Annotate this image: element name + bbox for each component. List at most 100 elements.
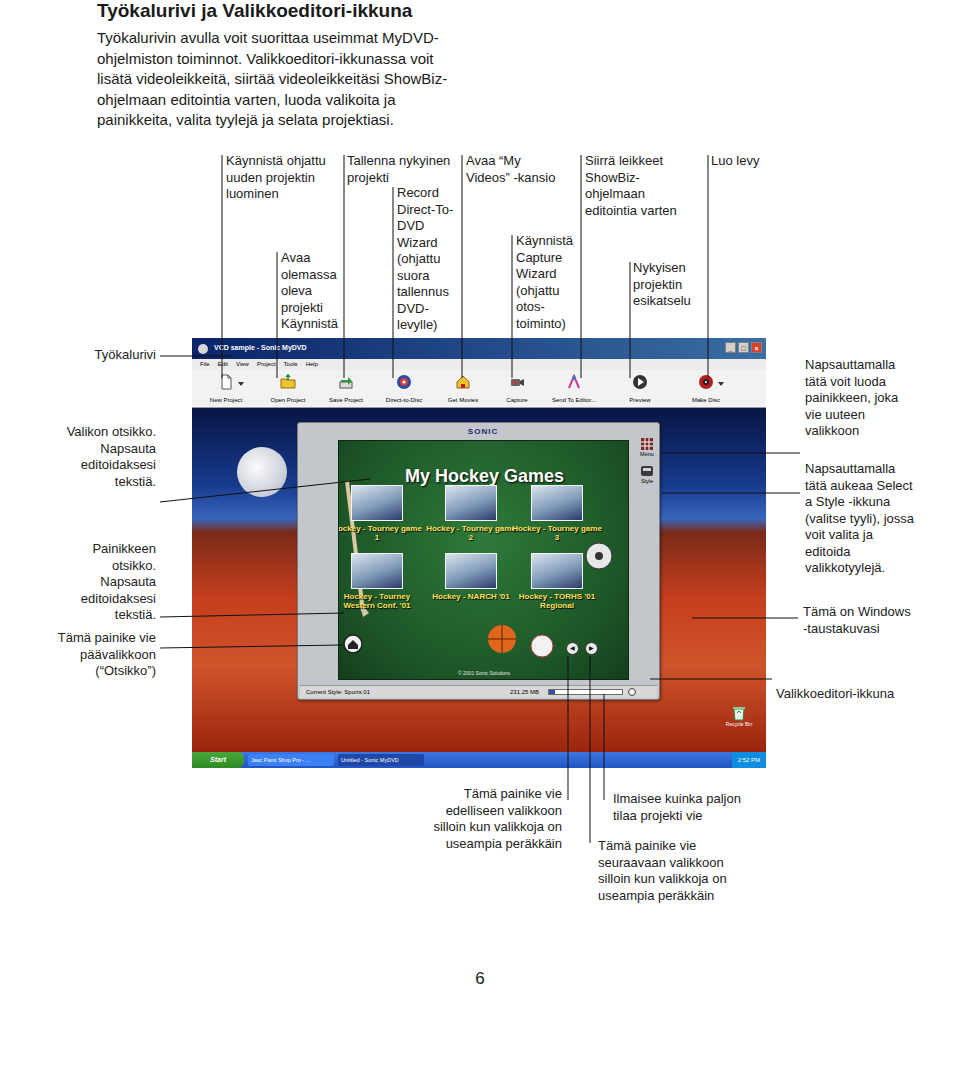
dropdown-arrow-icon[interactable] <box>718 382 724 386</box>
callout-label: Luo levy <box>711 153 771 170</box>
page-title: Työkalurivi ja Valikkoeditori-ikkuna <box>97 0 460 22</box>
menu-item[interactable]: Edit <box>218 359 228 370</box>
folder-icon[interactable] <box>455 374 471 390</box>
dropdown-arrow-icon[interactable] <box>238 382 244 386</box>
menu-item[interactable]: File <box>200 359 210 370</box>
page-number: 6 <box>460 966 500 992</box>
desktop-wallpaper: Recycle BinSONICMy Hockey GamesHockey - … <box>192 409 766 752</box>
toolbar-button[interactable]: Capture <box>485 374 549 404</box>
menu-item[interactable]: Project <box>257 359 276 370</box>
taskbar: Start Jasc Paint Shop Pro - ... Untitled -… <box>192 752 766 768</box>
page-header: Työkalurivi ja Valikkoeditori-ikkunaTyök… <box>0 0 460 131</box>
save-icon[interactable] <box>338 374 354 390</box>
home-icon[interactable] <box>343 634 363 654</box>
menu-item[interactable]: Help <box>306 359 318 370</box>
callout-label: Valikkoeditori-ikkuna <box>776 686 926 703</box>
toolbar-label: Capture <box>506 396 527 404</box>
menu-button[interactable]: Hockey - Tourney Western Conf. '01 <box>338 553 422 610</box>
video-thumbnail <box>445 553 497 589</box>
callout-label: Tämä on Windows -taustakuvasi <box>803 604 915 637</box>
toolbar-label: New Project <box>210 396 242 404</box>
status-bar: Current Style: Sports 01231.25 MB <box>300 685 657 698</box>
toolbar-button[interactable]: Open Project <box>256 374 320 404</box>
folder-icon[interactable] <box>280 374 296 390</box>
desktop-icon[interactable]: Recycle Bin <box>724 705 754 728</box>
side-button-label: Style <box>641 478 653 485</box>
button-title: Hockey - Tourney game 2 <box>426 524 516 542</box>
taskbar-task[interactable]: Untitled - Sonic MyDVD <box>338 754 424 766</box>
callout-label: Käynnistä ohjattu uuden projektin luomin… <box>226 153 342 203</box>
video-thumbnail <box>531 553 583 589</box>
callout-label: Tämä painike vie seuraavaan valikkoon si… <box>598 838 748 904</box>
taskbar-task[interactable]: Jasc Paint Shop Pro - ... <box>248 754 334 766</box>
style-icon[interactable] <box>640 464 654 478</box>
video-thumbnail <box>445 485 497 521</box>
recycle-bin-icon[interactable] <box>732 705 746 721</box>
menu-editor-window: SONICMy Hockey GamesHockey - Tourney gam… <box>297 422 660 700</box>
button-title: Hockey - TORHS '01 Regional <box>512 592 602 610</box>
menu-title[interactable]: My Hockey Games <box>339 465 629 487</box>
camcorder-icon[interactable] <box>509 374 525 390</box>
next-button[interactable]: ▶ <box>585 642 598 655</box>
toolbar-button[interactable]: Get Movies <box>431 374 495 404</box>
space-meter-fill <box>549 690 555 694</box>
toolbar-button[interactable]: Preview <box>608 374 672 404</box>
window-control[interactable]: × <box>751 342 762 353</box>
callout-label: Painikkeen otsikko. Napsauta editoidakse… <box>56 541 156 624</box>
menu-button[interactable]: Hockey - NARCH '01 <box>426 553 516 601</box>
callout-label: Valikon otsikko. Napsauta editoidaksesi … <box>56 424 156 490</box>
toolbar-button[interactable]: New Project <box>194 374 258 404</box>
toolbar-button[interactable]: Make Disc <box>674 374 738 404</box>
title-bar: VCD sample - Sonic MyDVD _□× <box>192 338 766 359</box>
callout-label: Tämä painike vie edelliseen valikkoon si… <box>428 786 562 852</box>
leader-lines <box>0 0 960 1072</box>
menu-button[interactable]: Hockey - TORHS '01 Regional <box>512 553 602 610</box>
manual-page: Työkalurivi ja Valikkoeditori-ikkuna Työk… <box>0 0 960 1072</box>
toolbar-button[interactable]: Send To Editor... <box>542 374 606 404</box>
space-meter <box>548 689 623 695</box>
window-control[interactable]: □ <box>738 342 749 353</box>
menu-button[interactable]: Hockey - Tourney game 2 <box>426 485 516 542</box>
document-icon[interactable] <box>218 374 234 390</box>
callout-label: Record Direct-To-DVD Wizard (ohjattu suo… <box>397 185 463 334</box>
app-icon <box>198 344 208 354</box>
menu-button[interactable]: Hockey - Tourney game 3 <box>512 485 602 542</box>
button-title: Hockey - Tourney game 1 <box>338 524 422 542</box>
toolbar-label: Preview <box>629 396 650 404</box>
clock: 2:52 PM <box>732 752 766 768</box>
callout-label: Avaa “My Videos” -kansio <box>466 153 566 186</box>
sonic-logo: SONIC <box>448 426 518 438</box>
menu-icon[interactable] <box>640 437 654 451</box>
previous-button[interactable]: ◀ <box>566 642 579 655</box>
callout-label: Nykyisen projektin esikatselu <box>633 260 705 310</box>
disc-type-icon[interactable] <box>628 688 636 696</box>
menu-button[interactable]: Hockey - Tourney game 1 <box>338 485 422 542</box>
button-title: Hockey - Tourney Western Conf. '01 <box>338 592 422 610</box>
toolbar-button[interactable]: Save Project <box>314 374 378 404</box>
task-label: Jasc Paint Shop Pro - ... <box>251 757 310 763</box>
side-button[interactable]: Menu <box>640 437 654 458</box>
toolbar: New Project Open Project Save ProjectDirec… <box>192 370 766 408</box>
start-button[interactable]: Start <box>192 752 244 768</box>
preview-icon[interactable] <box>632 374 648 390</box>
menu-item[interactable]: View <box>236 359 249 370</box>
window-control[interactable]: _ <box>725 342 736 353</box>
annotated-figure: VCD sample - Sonic MyDVD _□× File Edit View P… <box>0 0 960 1072</box>
disc-icon[interactable] <box>396 374 412 390</box>
toolbar-label: Make Disc <box>692 396 720 404</box>
callout-label: Ilmaisee kuinka paljon tilaa projekti vi… <box>613 791 763 824</box>
current-style: Current Style: Sports 01 <box>306 686 370 698</box>
video-thumbnail <box>351 553 403 589</box>
toolbar-button[interactable]: Direct-to-Disc <box>372 374 436 404</box>
window-controls: _□× <box>725 342 762 353</box>
menu-canvas: My Hockey GamesHockey - Tourney game 1Ho… <box>338 440 629 680</box>
editor-icon[interactable] <box>566 374 582 390</box>
callout-label: Avaa olemassa oleva projekti Käynnistä <box>281 250 343 333</box>
toolbar-label: Open Project <box>270 396 305 404</box>
window-title: VCD sample - Sonic MyDVD <box>214 343 307 354</box>
side-button[interactable]: Style <box>640 464 654 485</box>
callout-label: Työkalurivi <box>56 347 156 364</box>
side-button-label: Menu <box>640 451 654 458</box>
disc-icon[interactable] <box>698 374 714 390</box>
menu-item[interactable]: Tools <box>284 359 298 370</box>
